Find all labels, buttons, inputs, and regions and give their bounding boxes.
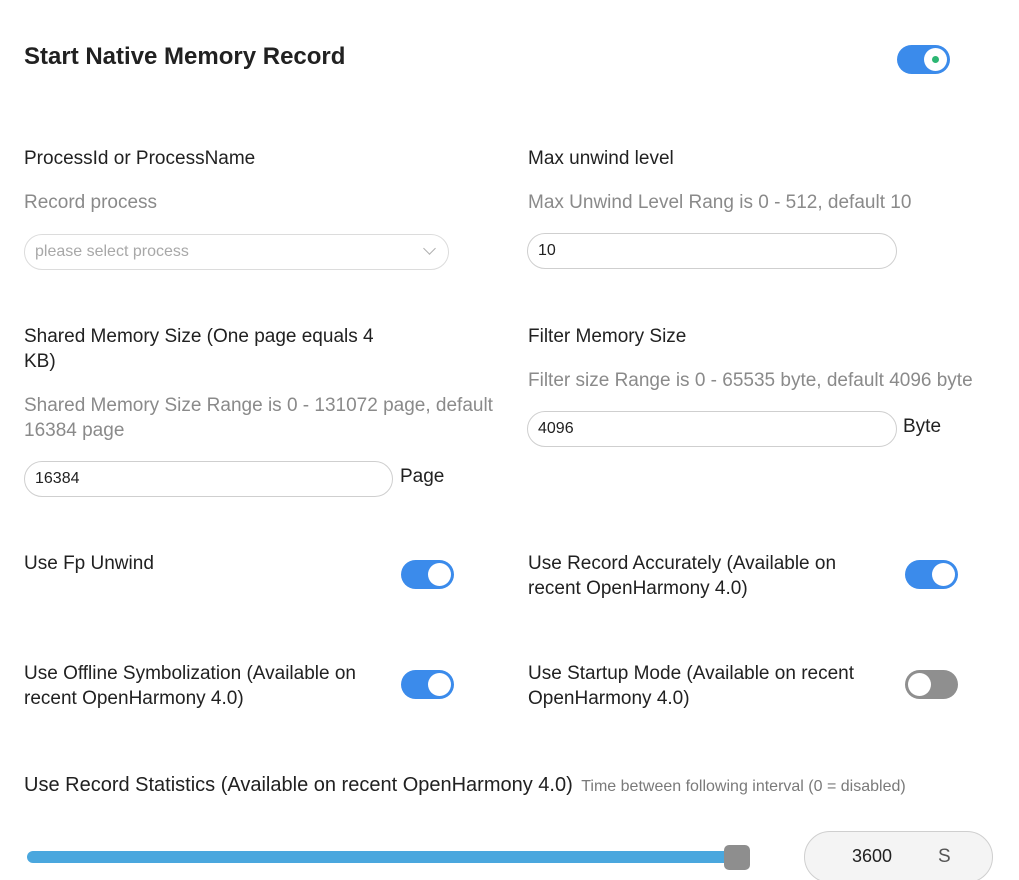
- toggle-knob: [932, 563, 955, 586]
- offline-symbolization-label: Use Offline Symbolization (Available on …: [24, 661, 356, 711]
- enabled-dot-icon: [932, 56, 939, 63]
- startup-mode-label-line2: OpenHarmony 4.0): [528, 688, 690, 709]
- shared-memory-hint-line2: 16384 page: [24, 420, 125, 441]
- max-unwind-label: Max unwind level: [528, 148, 674, 169]
- shared-memory-hint: Shared Memory Size Range is 0 - 131072 p…: [24, 393, 493, 443]
- offline-symbolization-toggle[interactable]: [401, 670, 454, 699]
- offline-symbolization-label-line1: Use Offline Symbolization (Available on: [24, 663, 356, 684]
- startup-mode-toggle[interactable]: [905, 670, 958, 699]
- page-title: Start Native Memory Record: [24, 43, 346, 70]
- fp-unwind-label: Use Fp Unwind: [24, 553, 154, 574]
- offline-symbolization-label-line2: recent OpenHarmony 4.0): [24, 688, 244, 709]
- filter-memory-hint: Filter size Range is 0 - 65535 byte, def…: [528, 370, 973, 391]
- filter-memory-input[interactable]: 4096: [527, 411, 897, 447]
- toggle-knob: [428, 563, 451, 586]
- record-accurately-label: Use Record Accurately (Available on rece…: [528, 551, 836, 601]
- fp-unwind-toggle[interactable]: [401, 560, 454, 589]
- process-hint: Record process: [24, 192, 158, 213]
- startup-mode-label-line1: Use Startup Mode (Available on recent: [528, 663, 854, 684]
- interval-value: 3600: [852, 846, 893, 866]
- shared-memory-label-line2: KB): [24, 351, 56, 372]
- shared-memory-input[interactable]: 16384: [24, 461, 393, 497]
- shared-memory-hint-line1: Shared Memory Size Range is 0 - 131072 p…: [24, 395, 493, 416]
- process-label: ProcessId or ProcessName: [24, 148, 256, 169]
- filter-memory-unit: Byte: [903, 416, 942, 437]
- interval-slider-track[interactable]: [27, 851, 743, 863]
- statistics-row: Use Record Statistics (Available on rece…: [24, 774, 906, 797]
- record-accurately-toggle[interactable]: [905, 560, 958, 589]
- toggle-knob: [428, 673, 451, 696]
- max-unwind-hint: Max Unwind Level Rang is 0 - 512, defaul…: [528, 192, 912, 213]
- shared-memory-label-line1: Shared Memory Size (One page equals 4: [24, 326, 374, 347]
- chevron-down-icon: [423, 242, 436, 255]
- record-accurately-label-line2: recent OpenHarmony 4.0): [528, 578, 748, 599]
- shared-memory-unit: Page: [400, 466, 445, 487]
- interval-input[interactable]: 3600 S: [804, 831, 993, 880]
- filter-memory-label: Filter Memory Size: [528, 326, 687, 347]
- toggle-knob: [924, 48, 947, 71]
- process-select[interactable]: please select process: [24, 234, 449, 270]
- statistics-label: Use Record Statistics (Available on rece…: [24, 774, 573, 796]
- statistics-hint: Time between following interval (0 = dis…: [581, 778, 906, 795]
- record-accurately-label-line1: Use Record Accurately (Available on: [528, 553, 837, 574]
- max-unwind-input[interactable]: 10: [527, 233, 897, 269]
- record-toggle[interactable]: [897, 45, 950, 74]
- process-placeholder: please select process: [35, 243, 189, 260]
- startup-mode-label: Use Startup Mode (Available on recent Op…: [528, 661, 854, 711]
- shared-memory-label: Shared Memory Size (One page equals 4 KB…: [24, 324, 374, 374]
- interval-slider-thumb[interactable]: [724, 845, 750, 870]
- toggle-knob: [908, 673, 931, 696]
- interval-unit: S: [938, 846, 951, 867]
